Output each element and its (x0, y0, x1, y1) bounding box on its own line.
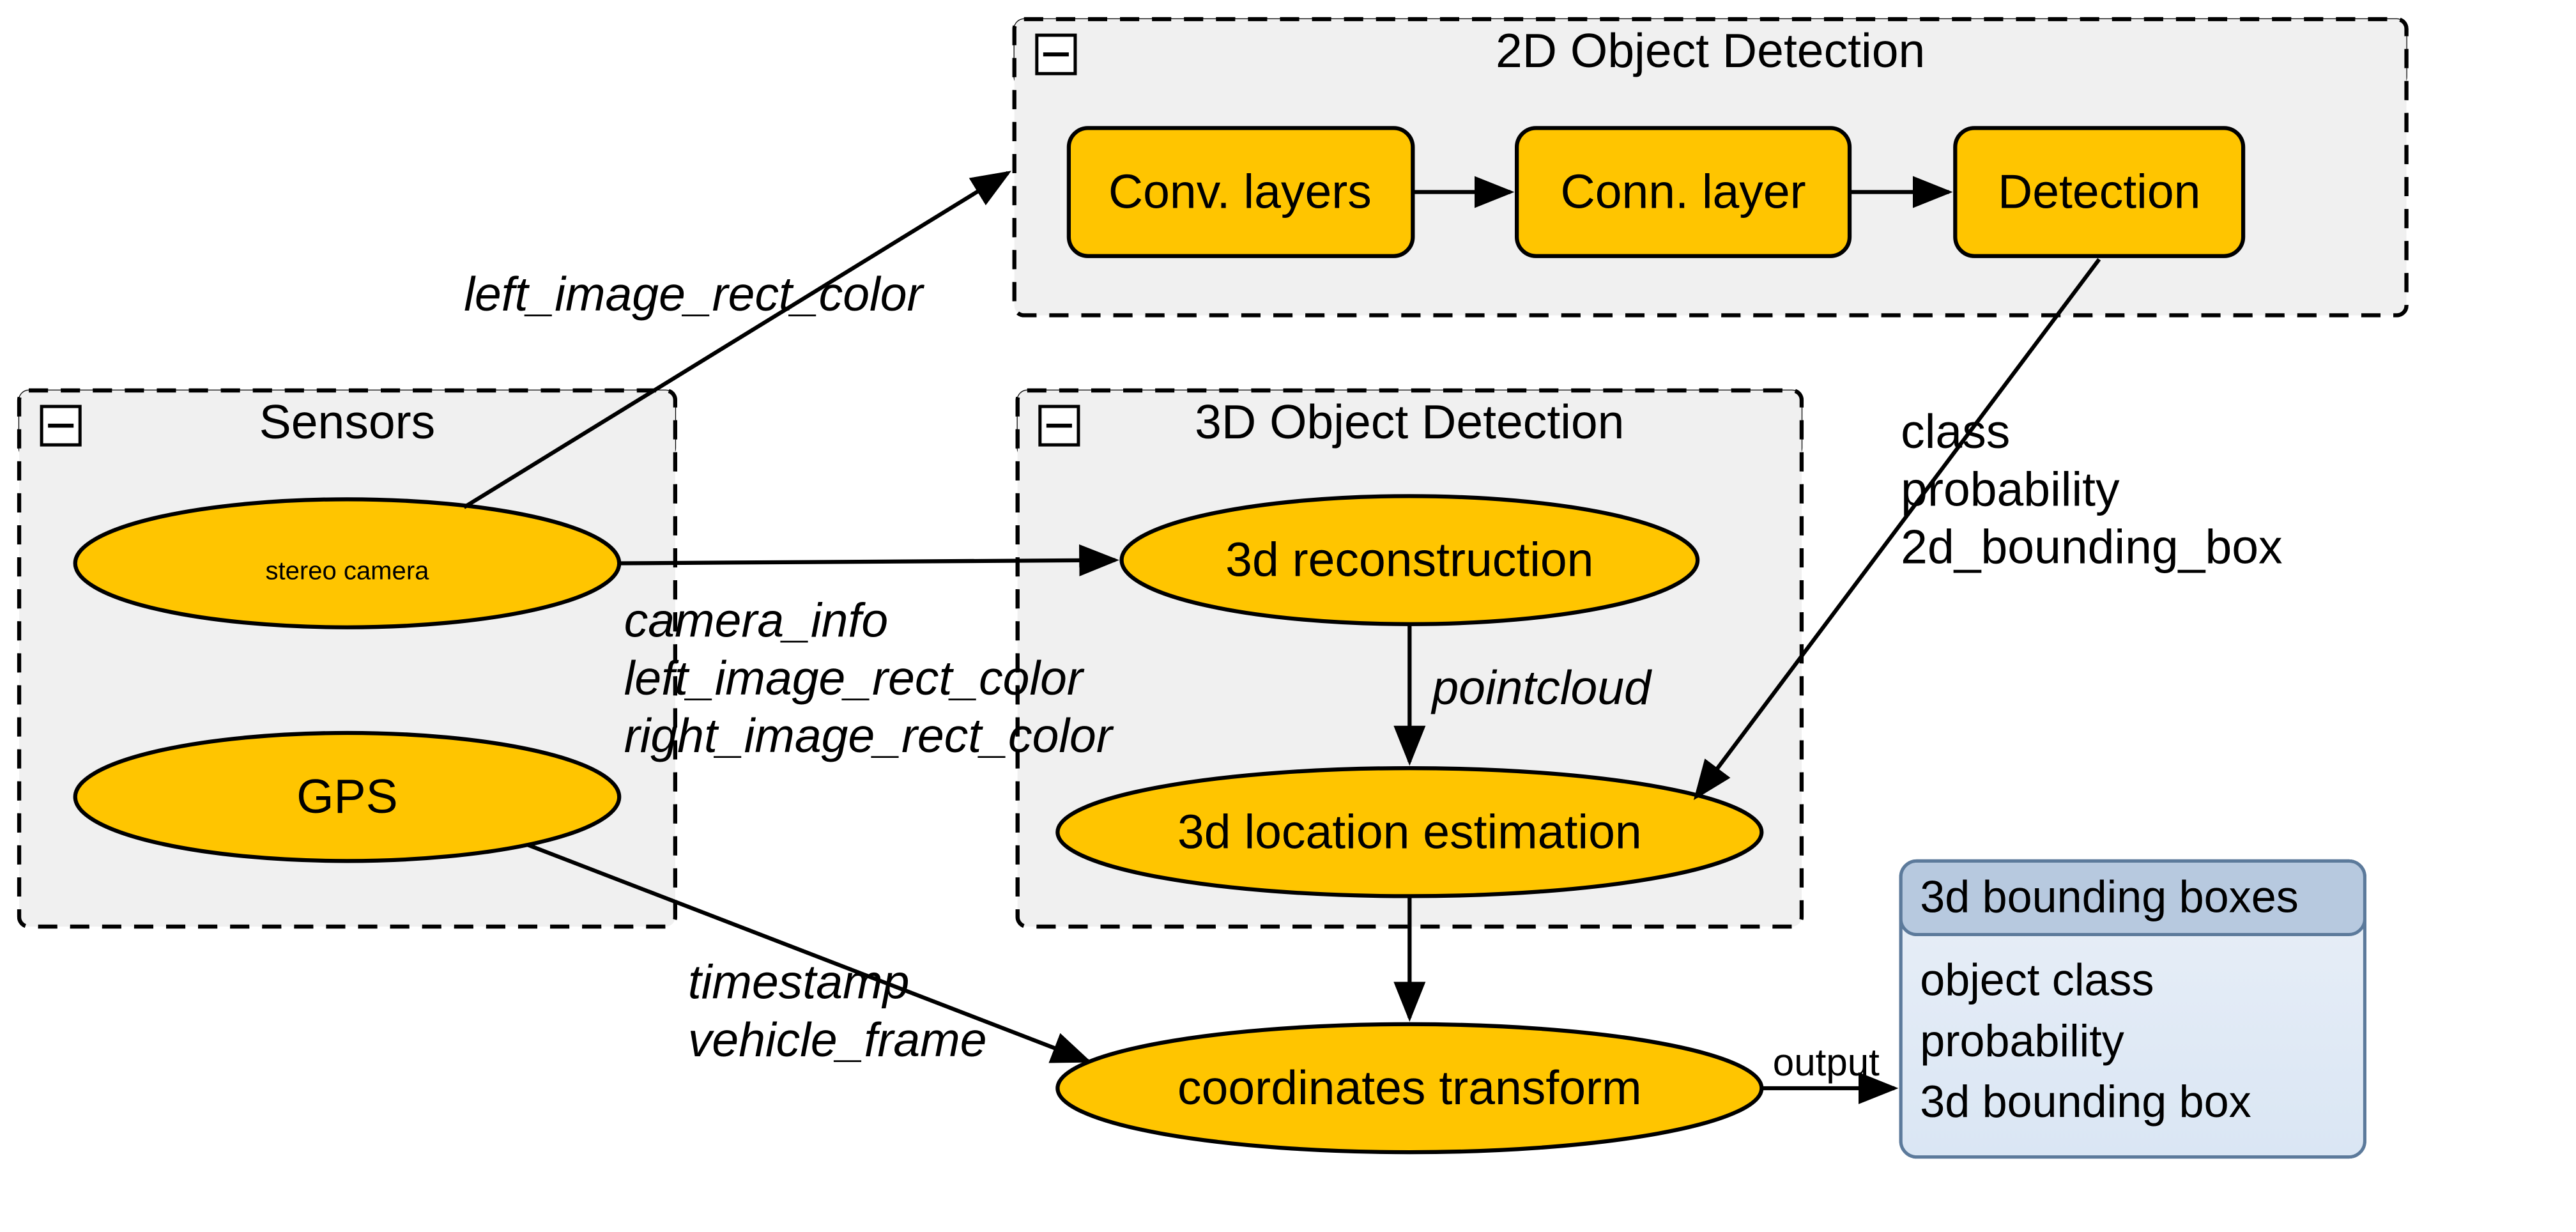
edge-gps-to-coord-label-1: timestamp (688, 955, 910, 1009)
edge-detection-to-locest-label-3: 2d_bounding_box (1901, 520, 2282, 574)
edge-stereo-to-2d-label: left_image_rect_color (464, 267, 924, 321)
edge-stereo-to-3d-label-2: left_image_rect_color (624, 651, 1085, 705)
node-conn-layer-label: Conn. layer (1560, 165, 1805, 219)
group-title-2d: 2D Object Detection (1496, 24, 1925, 77)
node-3d-reconstruction: 3d reconstruction (1122, 496, 1698, 624)
node-stereo-camera: stereo camera (75, 499, 619, 627)
node-3d-location-estimation-label: 3d location estimation (1177, 805, 1642, 858)
node-conn-layer: Conn. layer (1517, 128, 1850, 256)
edge-stereo-to-3d-label-3: right_image_rect_color (624, 709, 1114, 762)
group-sensors: Sensors stereo camera GPS (19, 390, 675, 927)
diagram-canvas: 2D Object Detection Conv. layers Conn. l… (0, 0, 2576, 1232)
node-conv-layers: Conv. layers (1069, 128, 1413, 256)
edge-stereo-to-2d (464, 173, 1008, 507)
node-3d-reconstruction-label: 3d reconstruction (1225, 533, 1593, 587)
node-3d-location-estimation: 3d location estimation (1057, 768, 1761, 896)
group-title-sensors: Sensors (259, 395, 436, 449)
node-detection-label: Detection (1998, 165, 2200, 219)
output-line-1: object class (1920, 955, 2154, 1005)
edge-gps-to-coord-label-2: vehicle_frame (688, 1013, 987, 1066)
node-stereo-camera-label: stereo camera (265, 557, 429, 585)
group-title-3d: 3D Object Detection (1195, 395, 1624, 449)
edge-coord-to-output-label: output (1773, 1041, 1880, 1084)
edge-stereo-to-3d-label-1: camera_info (624, 594, 888, 647)
collapse-toggle-3d[interactable] (1040, 406, 1078, 445)
group-2d-detection: 2D Object Detection Conv. layers Conn. l… (1015, 19, 2407, 315)
collapse-toggle-2d[interactable] (1037, 35, 1075, 73)
node-detection: Detection (1955, 128, 2243, 256)
collapse-toggle-sensors[interactable] (42, 406, 80, 445)
node-conv-layers-label: Conv. layers (1108, 165, 1372, 219)
output-box: 3d bounding boxes object class probabili… (1901, 861, 2365, 1157)
node-coordinates-transform: coordinates transform (1057, 1024, 1761, 1152)
node-gps: GPS (75, 733, 619, 861)
group-3d-detection: 3D Object Detection 3d reconstruction 3d… (1018, 390, 1802, 927)
node-gps-label: GPS (296, 769, 398, 823)
node-coordinates-transform-label: coordinates transform (1177, 1061, 1642, 1114)
edge-recon-to-locest-label: pointcloud (1430, 661, 1652, 714)
output-line-3: 3d bounding box (1920, 1077, 2251, 1127)
edge-detection-to-locest-label-2: probability (1901, 462, 2120, 516)
edge-detection-to-locest-label-1: class (1901, 404, 2010, 458)
output-title: 3d bounding boxes (1920, 872, 2299, 921)
output-line-2: probability (1920, 1016, 2124, 1066)
